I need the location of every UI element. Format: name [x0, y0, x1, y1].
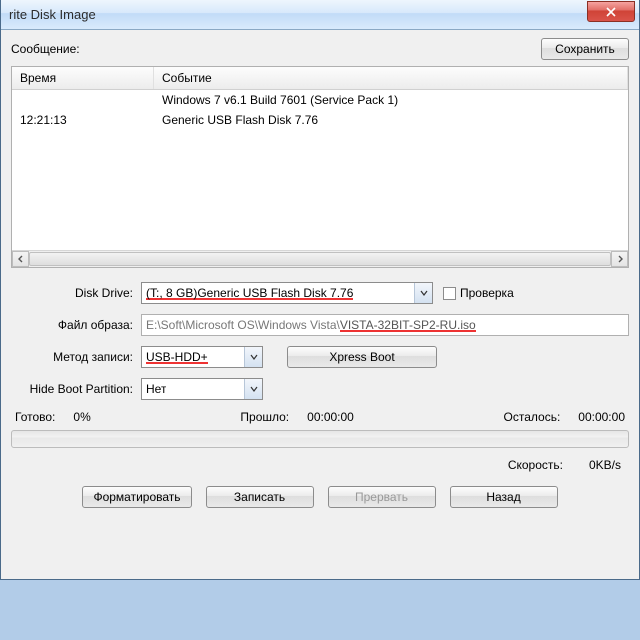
elapsed-label: Прошло:	[240, 410, 289, 424]
format-button[interactable]: Форматировать	[82, 486, 191, 508]
disk-drive-label: Disk Drive:	[11, 286, 141, 300]
image-file-filename: VISTA-32BIT-SP2-RU.iso	[340, 318, 476, 332]
chevron-down-icon[interactable]	[244, 347, 262, 367]
hide-boot-value: Нет	[146, 382, 166, 396]
write-method-combo[interactable]: USB-HDD+	[141, 346, 263, 368]
chevron-down-icon[interactable]	[244, 379, 262, 399]
speed-value: 0KB/s	[589, 458, 621, 472]
save-button[interactable]: Сохранить	[541, 38, 629, 60]
col-header-event[interactable]: Событие	[154, 67, 628, 89]
scroll-track[interactable]	[29, 251, 611, 267]
log-header: Время Событие	[12, 67, 628, 90]
scroll-left-button[interactable]	[12, 251, 29, 267]
scroll-right-button[interactable]	[611, 251, 628, 267]
xpress-boot-button[interactable]: Xpress Boot	[287, 346, 437, 368]
chevron-down-icon[interactable]	[414, 283, 432, 303]
window-title: rite Disk Image	[9, 7, 96, 22]
elapsed-value: 00:00:00	[307, 410, 354, 424]
message-label: Сообщение:	[11, 42, 80, 56]
scroll-thumb[interactable]	[29, 252, 611, 266]
log-cell-time	[12, 90, 154, 110]
log-cell-event: Windows 7 v6.1 Build 7601 (Service Pack …	[154, 90, 628, 110]
disk-drive-combo[interactable]: (T:, 8 GB)Generic USB Flash Disk 7.76	[141, 282, 433, 304]
verify-checkbox[interactable]	[443, 287, 456, 300]
image-file-label: Файл образа:	[11, 318, 141, 332]
write-method-label: Метод записи:	[11, 350, 141, 364]
hide-boot-combo[interactable]: Нет	[141, 378, 263, 400]
log-row[interactable]: Windows 7 v6.1 Build 7601 (Service Pack …	[12, 90, 628, 110]
col-header-time[interactable]: Время	[12, 67, 154, 89]
ready-value: 0%	[73, 410, 90, 424]
log-cell-time: 12:21:13	[12, 110, 154, 130]
log-row[interactable]: 12:21:13 Generic USB Flash Disk 7.76	[12, 110, 628, 130]
close-button[interactable]	[587, 1, 635, 22]
hide-boot-label: Hide Boot Partition:	[11, 382, 141, 396]
speed-label: Скорость:	[508, 458, 563, 472]
write-button[interactable]: Записать	[206, 486, 314, 508]
remaining-value: 00:00:00	[578, 410, 625, 424]
verify-label: Проверка	[460, 286, 514, 300]
image-file-prefix: E:\Soft\Microsoft OS\Windows Vista\	[146, 318, 340, 332]
ready-label: Готово:	[15, 410, 55, 424]
close-icon	[606, 7, 616, 17]
remaining-label: Осталось:	[504, 410, 561, 424]
horizontal-scrollbar[interactable]	[12, 250, 628, 267]
log-cell-event: Generic USB Flash Disk 7.76	[154, 110, 628, 130]
image-file-field[interactable]: E:\Soft\Microsoft OS\Windows Vista\VISTA…	[141, 314, 629, 336]
log-listview[interactable]: Время Событие Windows 7 v6.1 Build 7601 …	[11, 66, 629, 268]
titlebar: rite Disk Image	[1, 0, 639, 30]
log-rows: Windows 7 v6.1 Build 7601 (Service Pack …	[12, 90, 628, 248]
abort-button[interactable]: Прервать	[328, 486, 436, 508]
back-button[interactable]: Назад	[450, 486, 558, 508]
write-method-value: USB-HDD+	[146, 350, 208, 364]
verify-checkbox-wrap[interactable]: Проверка	[443, 286, 514, 300]
status-row: Готово: 0% Прошло: 00:00:00 Осталось: 00…	[11, 410, 629, 424]
disk-drive-value: (T:, 8 GB)Generic USB Flash Disk 7.76	[146, 286, 353, 300]
progress-bar	[11, 430, 629, 448]
